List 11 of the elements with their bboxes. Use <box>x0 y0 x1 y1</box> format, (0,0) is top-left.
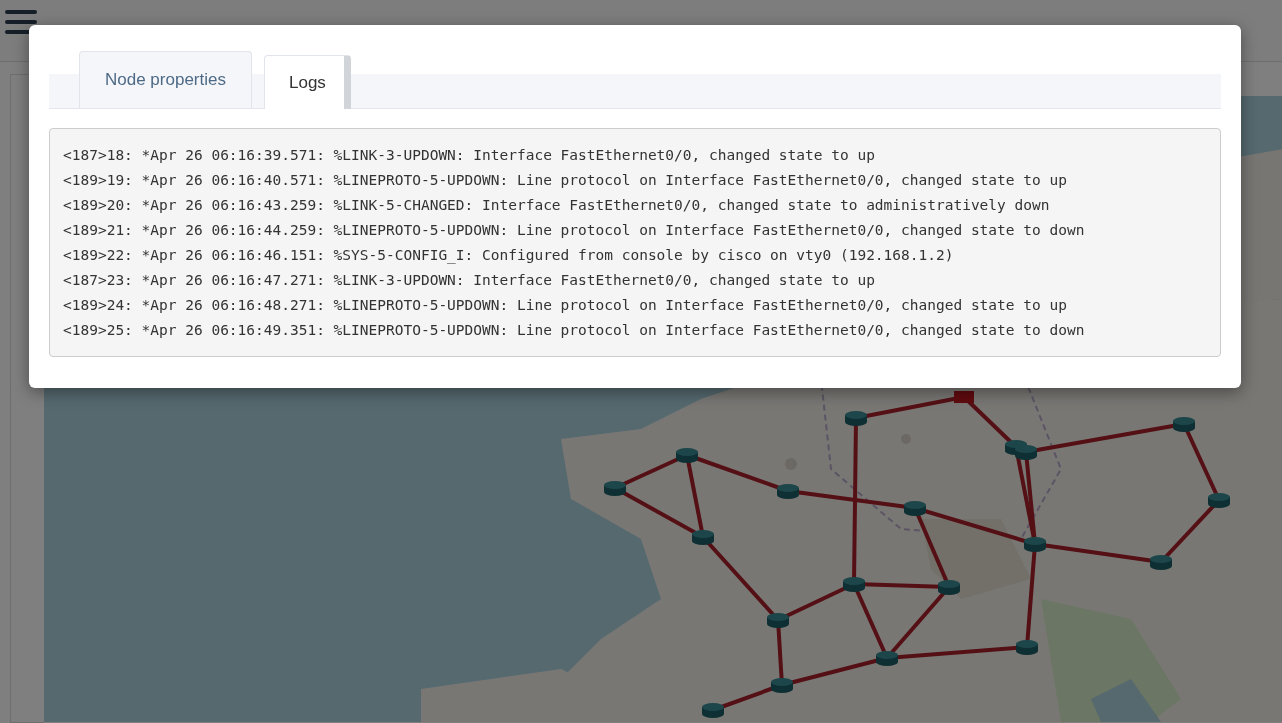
tab[interactable]: Node properties <box>79 51 252 108</box>
log-line: <189>22: *Apr 26 06:16:46.151: %SYS-5-CONFIG_I: Configured from console by cisco on vty0 (192.168.1.2) <box>63 246 955 266</box>
log-line: <189>19: *Apr 26 06:16:40.571: %LINEPROTO-5-UPDOWN: Line protocol on Interface FastEthernet0/0, changed state to up <box>63 171 1068 190</box>
log-line: <189>20: *Apr 26 06:16:43.259: %LINK-5-CHANGED: Interface FastEthernet0/0, changed state to administratively down <box>63 196 1051 215</box>
log-line: <189>21: *Apr 26 06:16:44.259: %LINEPROTO-5-UPDOWN: Line protocol on Interface FastEthernet0/0, changed state to down <box>63 221 1086 240</box>
menu-icon[interactable] <box>5 10 37 36</box>
tab[interactable]: Logs <box>263 55 351 109</box>
log-line: <189>24: *Apr 26 06:16:48.271: %LINEPROTO-5-UPDOWN: Line protocol on Interface FastEthernet0/0, changed state to up <box>63 296 1068 315</box>
log-line: <189>25: *Apr 26 06:16:49.351: %LINEPROTO-5-UPDOWN: Line protocol on Interface FastEthernet0/0, changed state to down <box>63 321 1086 340</box>
log-line: <187>18: *Apr 26 06:16:39.571: %LINK-3-UPDOWN: Interface FastEthernet0/0, changed state to up <box>63 146 876 165</box>
log-line: <187>23: *Apr 26 06:16:47.271: %LINK-3-UPDOWN: Interface FastEthernet0/0, changed state to up <box>63 271 876 290</box>
